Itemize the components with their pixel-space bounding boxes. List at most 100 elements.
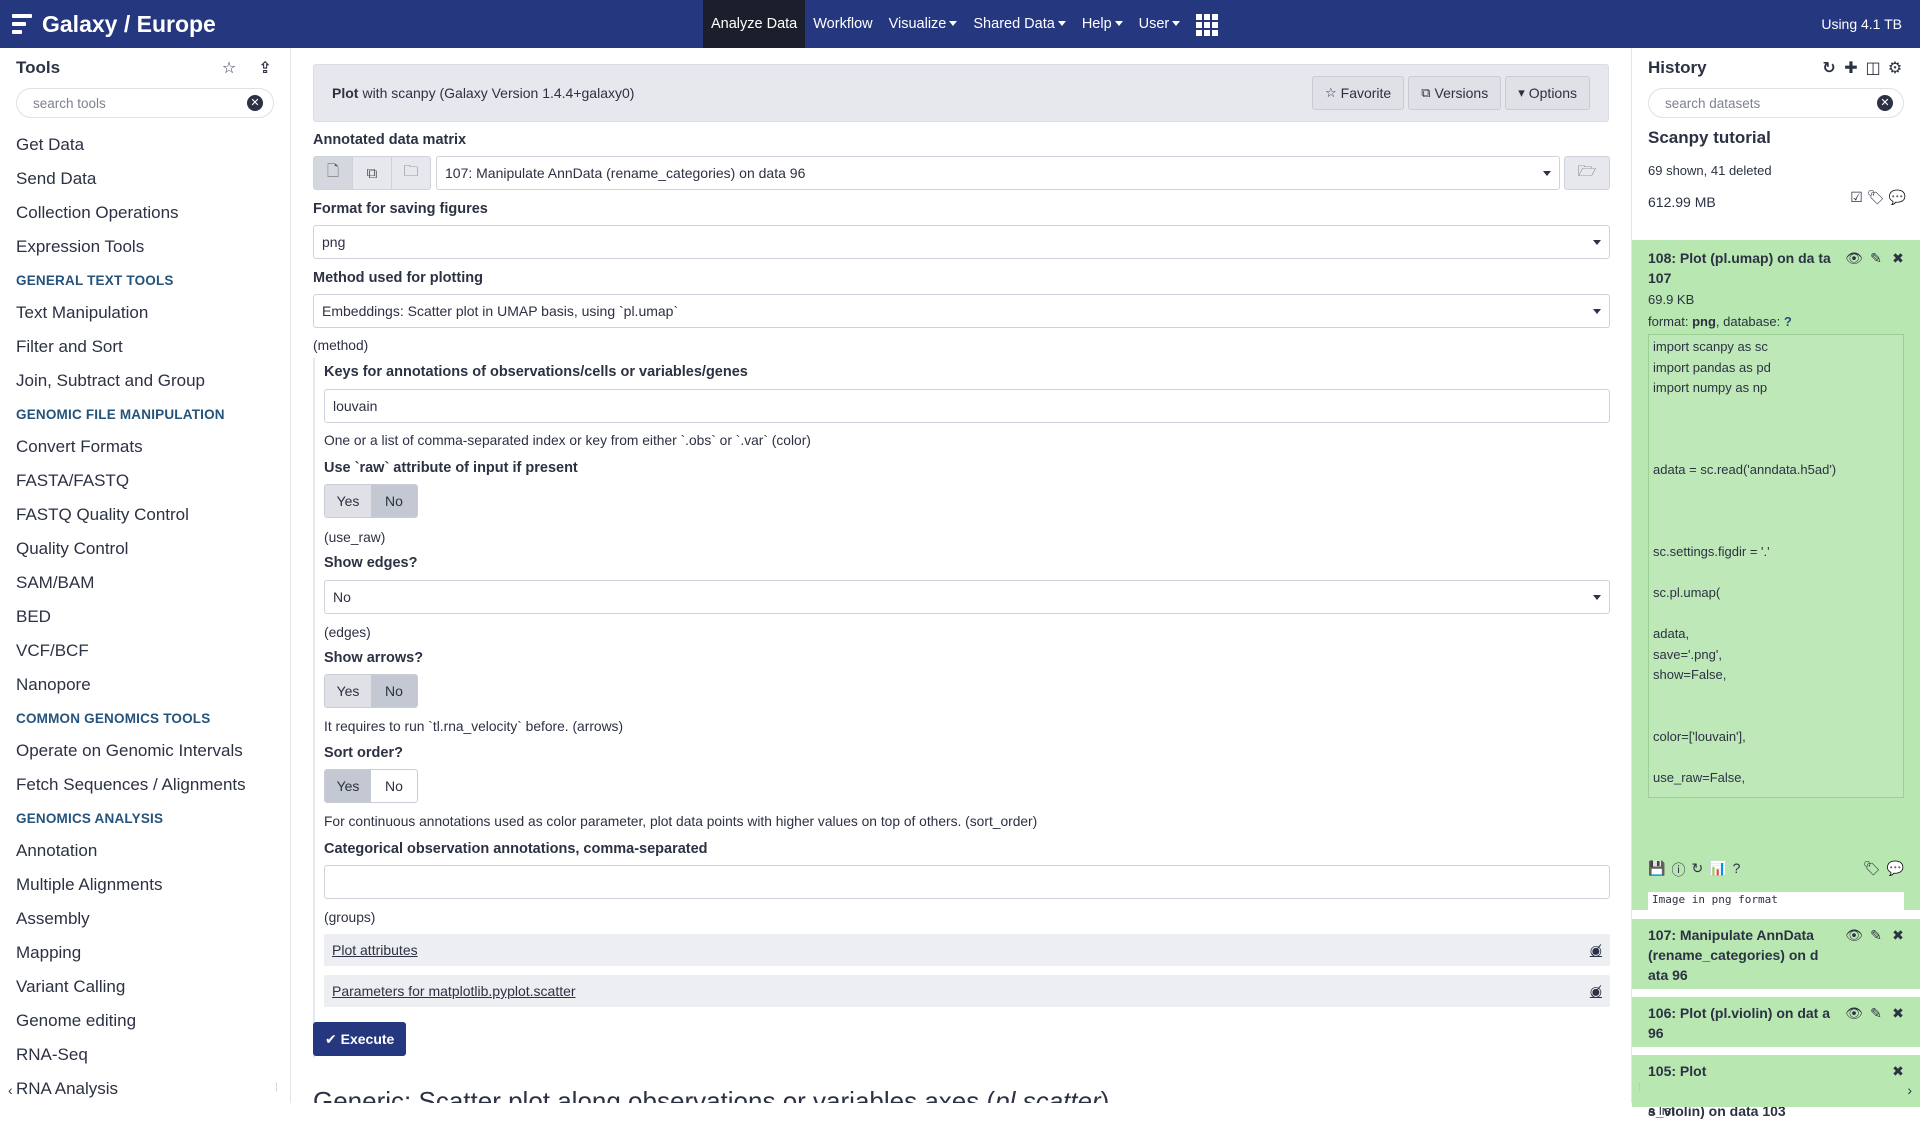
- delete-x-icon[interactable]: ✖: [1888, 1063, 1908, 1081]
- select-checkbox-icon[interactable]: ☑: [1850, 189, 1863, 206]
- arrows-yes-button[interactable]: Yes: [325, 675, 371, 707]
- dataset-item-expanded[interactable]: 108: Plot (pl.umap) on da ta 107 👁✎✖ 69.…: [1632, 240, 1920, 910]
- tags-icon[interactable]: 🏷: [1867, 189, 1885, 206]
- delete-x-icon[interactable]: ✖: [1888, 927, 1908, 945]
- favorite-button[interactable]: ☆Favorite: [1312, 76, 1404, 110]
- horizontal-scrollbar[interactable]: ‹ ⁞: [0, 1081, 290, 1103]
- nav-help[interactable]: Help: [1074, 0, 1131, 48]
- tool-category[interactable]: Filter and Sort: [0, 330, 290, 364]
- info-icon[interactable]: ⓘ: [1671, 860, 1685, 880]
- tool-category[interactable]: Multiple Alignments: [0, 868, 290, 902]
- tool-category[interactable]: Quality Control: [0, 532, 290, 566]
- nav-user[interactable]: User: [1131, 0, 1189, 48]
- save-icon[interactable]: 💾: [1648, 860, 1665, 880]
- eye-slash-icon[interactable]: ◉̸: [1590, 983, 1602, 1000]
- star-icon[interactable]: ☆: [220, 59, 238, 77]
- browse-folder-icon[interactable]: 🗁: [1564, 156, 1610, 190]
- tool-category[interactable]: Join, Subtract and Group: [0, 364, 290, 398]
- tool-category[interactable]: Convert Formats: [0, 430, 290, 464]
- tool-category[interactable]: Send Data: [0, 162, 290, 196]
- tool-category[interactable]: Variant Calling: [0, 970, 290, 1004]
- refresh-icon[interactable]: ↻: [1820, 59, 1838, 77]
- tool-category[interactable]: Annotation: [0, 834, 290, 868]
- tool-category[interactable]: Text Manipulation: [0, 296, 290, 330]
- multiple-datasets-icon[interactable]: ⧉: [352, 156, 392, 190]
- eye-icon[interactable]: 👁: [1844, 927, 1864, 945]
- tool-category[interactable]: Mapping: [0, 936, 290, 970]
- tool-category[interactable]: Genome editing: [0, 1004, 290, 1038]
- brand-link[interactable]: Galaxy / Europe: [0, 0, 700, 48]
- collection-folder-icon[interactable]: 🗀: [391, 156, 431, 190]
- dataset-title[interactable]: 107: Manipulate AnnData (rename_categori…: [1648, 925, 1838, 985]
- tool-category[interactable]: Get Data: [0, 128, 290, 162]
- eye-icon[interactable]: 👁: [1844, 1005, 1864, 1023]
- tool-category[interactable]: VCF/BCF: [0, 634, 290, 668]
- comment-icon[interactable]: 💬: [1887, 860, 1904, 877]
- tool-category[interactable]: Collection Operations: [0, 196, 290, 230]
- sort-order-no-button[interactable]: No: [371, 770, 417, 802]
- keys-input[interactable]: louvain: [324, 389, 1610, 423]
- delete-x-icon[interactable]: ✖: [1888, 1005, 1908, 1023]
- pencil-icon[interactable]: ✎: [1866, 1005, 1886, 1023]
- comment-icon[interactable]: 💬: [1889, 189, 1906, 206]
- apps-grid-icon[interactable]: [1196, 14, 1218, 34]
- edges-select[interactable]: No: [324, 580, 1610, 614]
- quota-usage[interactable]: Using 4.1 TB: [1821, 0, 1902, 48]
- plot-attributes-section[interactable]: Plot attributes◉̸: [324, 934, 1610, 966]
- tool-category[interactable]: FASTQ Quality Control: [0, 498, 290, 532]
- nav-workflow[interactable]: Workflow: [805, 0, 880, 48]
- arrows-no-button[interactable]: No: [371, 675, 417, 707]
- use-raw-yes-button[interactable]: Yes: [325, 485, 371, 517]
- dataset-title[interactable]: 106: Plot (pl.violin) on dat a 96: [1648, 1003, 1838, 1043]
- dataset-item[interactable]: 106: Plot (pl.violin) on dat a 96 👁✎✖: [1632, 997, 1920, 1047]
- tool-category[interactable]: RNA-Seq: [0, 1038, 290, 1072]
- eye-icon[interactable]: 👁: [1844, 250, 1864, 268]
- upload-icon[interactable]: ⇪: [256, 59, 274, 77]
- resize-handle-icon[interactable]: ⁞: [275, 1082, 278, 1094]
- history-horizontal-scrollbar[interactable]: ⁞ ›: [1632, 1081, 1920, 1103]
- resize-handle-icon[interactable]: ⁞: [1638, 1082, 1641, 1094]
- visualize-chart-icon[interactable]: 📊: [1709, 860, 1726, 880]
- nav-shared-data[interactable]: Shared Data: [965, 0, 1073, 48]
- input-dataset-select[interactable]: 107: Manipulate AnnData (rename_categori…: [436, 156, 1560, 190]
- tool-category[interactable]: Expression Tools: [0, 230, 290, 264]
- sort-order-yes-button[interactable]: Yes: [325, 770, 371, 802]
- plus-icon[interactable]: ✚: [1842, 59, 1860, 77]
- clear-search-icon[interactable]: ✕: [247, 95, 263, 111]
- use-raw-no-button[interactable]: No: [371, 485, 417, 517]
- dataset-item[interactable]: 105: Plot (pl.rank_genes_group s_violin)…: [1632, 1055, 1920, 1081]
- tool-category[interactable]: BED: [0, 600, 290, 634]
- method-select[interactable]: Embeddings: Scatter plot in UMAP basis, …: [313, 294, 1610, 328]
- rerun-icon[interactable]: ↻: [1691, 860, 1703, 880]
- tool-search-input[interactable]: search tools ✕: [16, 88, 274, 118]
- eye-slash-icon[interactable]: ◉̸: [1590, 942, 1602, 959]
- history-name[interactable]: Scanpy tutorial: [1648, 128, 1771, 148]
- dataset-title[interactable]: 108: Plot (pl.umap) on da ta 107: [1648, 248, 1838, 288]
- dataset-item[interactable]: 107: Manipulate AnnData (rename_categori…: [1632, 919, 1920, 989]
- nav-visualize[interactable]: Visualize: [881, 0, 966, 48]
- help-question-icon[interactable]: ?: [1733, 860, 1741, 880]
- gear-icon[interactable]: ⚙: [1886, 59, 1904, 77]
- tags-icon[interactable]: 🏷: [1863, 860, 1881, 877]
- scroll-left-icon[interactable]: ‹: [8, 1082, 13, 1098]
- clear-search-icon[interactable]: ✕: [1877, 95, 1893, 111]
- dataset-search-input[interactable]: search datasets ✕: [1648, 88, 1904, 118]
- options-button[interactable]: ▾Options: [1505, 76, 1590, 110]
- tool-category[interactable]: Operate on Genomic Intervals: [0, 734, 290, 768]
- single-dataset-icon[interactable]: 🗋: [313, 156, 353, 190]
- pencil-icon[interactable]: ✎: [1866, 927, 1886, 945]
- pencil-icon[interactable]: ✎: [1866, 250, 1886, 268]
- matplotlib-params-section[interactable]: Parameters for matplotlib.pyplot.scatter…: [324, 975, 1610, 1007]
- groups-input[interactable]: [324, 865, 1610, 899]
- delete-x-icon[interactable]: ✖: [1888, 250, 1908, 268]
- tool-category[interactable]: Assembly: [0, 902, 290, 936]
- execute-button[interactable]: ✔ Execute: [313, 1022, 406, 1056]
- tool-category[interactable]: Nanopore: [0, 668, 290, 702]
- tool-category[interactable]: Fetch Sequences / Alignments: [0, 768, 290, 802]
- format-select[interactable]: png: [313, 225, 1610, 259]
- database-value[interactable]: ?: [1784, 314, 1792, 329]
- columns-icon[interactable]: ◫: [1864, 59, 1882, 77]
- tool-category[interactable]: SAM/BAM: [0, 566, 290, 600]
- tool-category[interactable]: FASTA/FASTQ: [0, 464, 290, 498]
- scroll-right-icon[interactable]: ›: [1907, 1082, 1912, 1098]
